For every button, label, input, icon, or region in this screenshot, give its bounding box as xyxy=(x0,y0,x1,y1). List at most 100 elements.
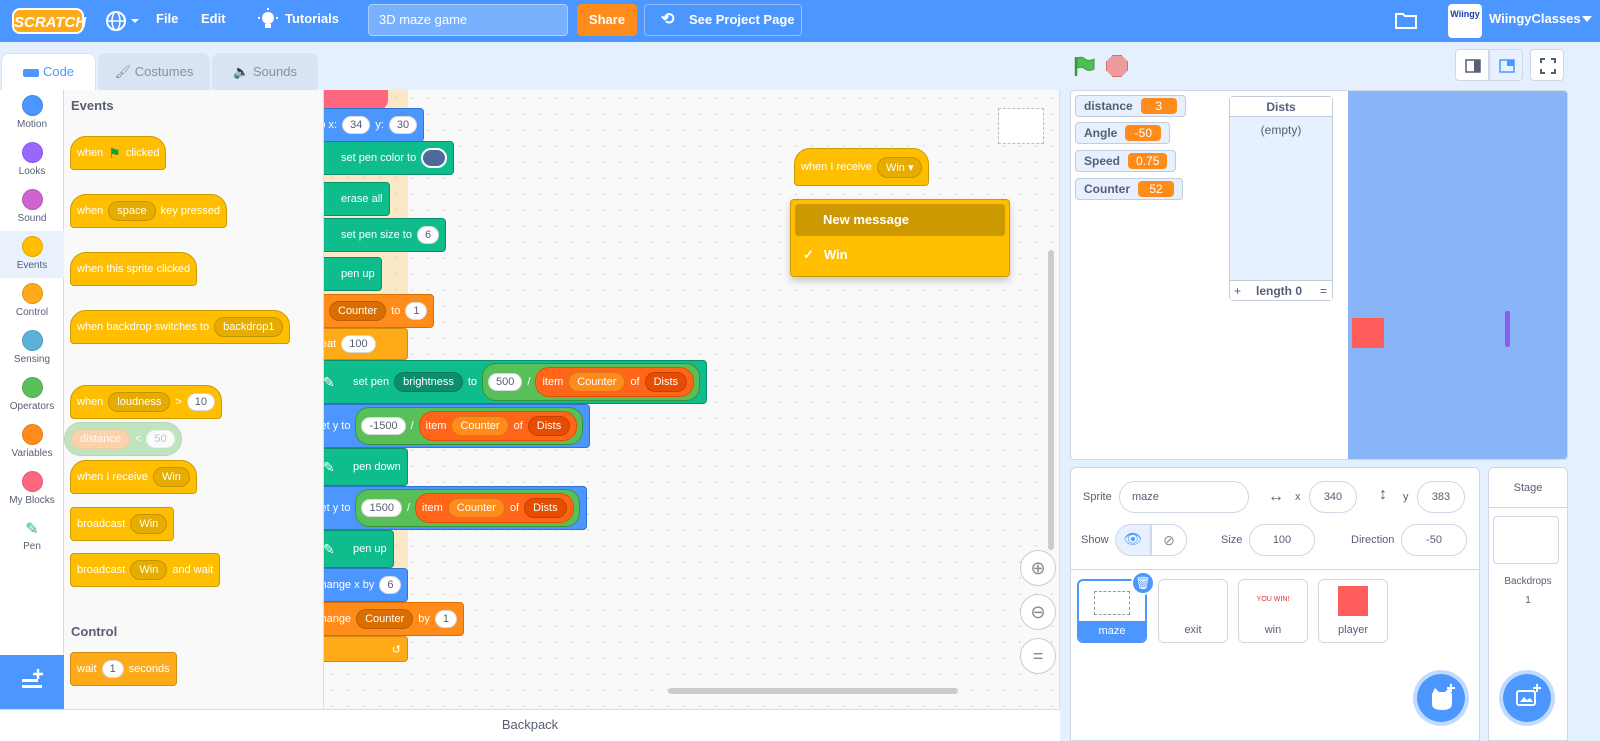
small-stage-button[interactable] xyxy=(1455,49,1489,81)
value-input[interactable]: 6 xyxy=(379,576,402,594)
large-stage-button[interactable] xyxy=(1489,49,1523,81)
block-set-variable[interactable]: Counter to 1 xyxy=(324,294,435,328)
variable-dropdown[interactable]: Counter xyxy=(329,301,387,321)
player-sprite[interactable] xyxy=(1352,318,1384,348)
edit-menu[interactable]: Edit xyxy=(201,11,226,26)
color-swatch[interactable] xyxy=(421,148,448,168)
backpack-bar[interactable]: Backpack xyxy=(0,709,1060,741)
value-input[interactable]: 100 xyxy=(341,335,376,353)
value-input[interactable]: 1 xyxy=(405,302,428,320)
value-input[interactable]: 1500 xyxy=(361,499,402,517)
stop-button[interactable] xyxy=(1106,55,1128,77)
sprite-thumb-exit[interactable]: exit xyxy=(1158,579,1228,643)
tab-code[interactable]: Code xyxy=(1,53,96,91)
backdrop-dropdown[interactable]: backdrop1 xyxy=(214,317,284,337)
zoom-in-button[interactable]: ⊕ xyxy=(1020,550,1056,586)
direction-input[interactable]: -50 xyxy=(1401,524,1467,556)
stage-selector[interactable]: Stage Backdrops 1 xyxy=(1488,467,1568,741)
zoom-reset-button[interactable]: = xyxy=(1020,638,1056,674)
value-input[interactable]: 10 xyxy=(186,393,216,411)
block-pen-up[interactable]: pen up xyxy=(324,257,382,291)
key-dropdown[interactable]: space xyxy=(108,201,156,221)
message-dropdown[interactable]: Win xyxy=(152,467,190,487)
username[interactable]: WiingyClasses xyxy=(1489,11,1581,26)
category-pen[interactable]: ✎ Pen xyxy=(0,513,64,560)
menu-item-win[interactable]: ✓ Win xyxy=(795,240,1005,270)
choose-sprite-button[interactable] xyxy=(1413,670,1469,726)
block-set-pen-size[interactable]: set pen size to 6 xyxy=(324,218,447,252)
avatar[interactable]: Wiingy xyxy=(1448,4,1482,38)
list-dropdown[interactable]: Dists xyxy=(644,372,688,392)
value-input[interactable]: 1 xyxy=(101,660,124,678)
block-wait[interactable]: wait 1 seconds xyxy=(70,652,177,686)
sprite-thumb-player[interactable]: player xyxy=(1318,579,1388,643)
chevron-down-icon[interactable] xyxy=(1582,16,1592,22)
block-when-loudness[interactable]: when loudness > 10 xyxy=(70,385,223,419)
category-my-blocks[interactable]: My Blocks xyxy=(0,466,64,513)
category-motion[interactable]: Motion xyxy=(0,90,64,137)
category-events[interactable]: Events xyxy=(0,231,64,278)
backdrop-thumbnail[interactable] xyxy=(1493,516,1559,564)
block-broadcast[interactable]: broadcast Win xyxy=(70,507,175,541)
horizontal-scrollbar[interactable] xyxy=(668,688,958,694)
value-input[interactable]: 1 xyxy=(434,610,457,628)
category-operators[interactable]: Operators xyxy=(0,372,64,419)
list-dropdown[interactable]: Dists xyxy=(524,498,567,518)
variable-reporter[interactable]: Counter xyxy=(447,498,505,518)
category-control[interactable]: Control xyxy=(0,278,64,325)
message-dropdown[interactable]: Win xyxy=(130,560,168,580)
value-input[interactable]: -1500 xyxy=(361,417,406,435)
y-input[interactable]: 383 xyxy=(1417,481,1465,513)
block-when-backdrop-switches[interactable]: when backdrop switches to backdrop1 xyxy=(70,310,291,344)
show-visible-button[interactable]: 👁 xyxy=(1115,524,1151,556)
sprite-thumb-win[interactable]: YOU WIN! win xyxy=(1238,579,1308,643)
variable-dropdown[interactable]: Counter xyxy=(356,609,414,629)
share-button[interactable]: Share xyxy=(577,4,637,36)
see-project-page-button[interactable]: ⟲ See Project Page xyxy=(644,4,802,36)
variable-reporter[interactable]: Counter xyxy=(451,416,509,436)
category-variables[interactable]: Variables xyxy=(0,419,64,466)
block-go-to-xy[interactable]: go to x: 34 y: 30 xyxy=(324,108,425,142)
block-change-x[interactable]: change x by 6 xyxy=(324,568,409,602)
add-extension-button[interactable] xyxy=(0,655,64,709)
stage-canvas[interactable]: distance 3 Angle -50 Speed 0.75 Counter 52 D… xyxy=(1070,90,1568,460)
choose-backdrop-button[interactable] xyxy=(1499,670,1555,726)
show-hidden-button[interactable]: ⊘ xyxy=(1151,524,1187,556)
list-resize-handle[interactable]: = xyxy=(1320,281,1327,301)
folder-icon[interactable] xyxy=(1395,10,1417,33)
x-input[interactable]: 340 xyxy=(1309,481,1357,513)
tab-sounds[interactable]: 🔈 Sounds xyxy=(212,53,318,91)
variable-reporter[interactable]: Counter xyxy=(568,372,626,392)
x-input[interactable]: 34 xyxy=(342,116,371,134)
block-pen-up[interactable]: ✎ pen up xyxy=(324,530,394,568)
block-when-sprite-clicked[interactable]: when this sprite clicked xyxy=(70,252,198,286)
menu-item-new-message[interactable]: New message xyxy=(795,204,1005,236)
block-pen-down[interactable]: ✎ pen down xyxy=(324,448,408,486)
tab-costumes[interactable]: 🖌 Costumes xyxy=(98,53,210,91)
block-when-key-pressed[interactable]: when space key pressed xyxy=(70,194,227,228)
block-set-pen-color[interactable]: set pen color to xyxy=(324,141,455,175)
add-list-item-button[interactable]: + xyxy=(1234,281,1241,301)
category-looks[interactable]: Looks xyxy=(0,137,64,184)
block-set-pen-param[interactable]: ✎ set pen brightness to 500 / item Count… xyxy=(324,360,708,404)
size-input[interactable]: 100 xyxy=(1249,524,1315,556)
message-dropdown[interactable]: Win ▾ xyxy=(876,156,923,178)
fullscreen-button[interactable] xyxy=(1530,49,1564,81)
scratch-logo[interactable]: SCRATCH xyxy=(12,8,86,34)
lightbulb-icon[interactable] xyxy=(258,8,278,35)
file-menu[interactable]: File xyxy=(156,11,178,26)
tutorials-menu[interactable]: Tutorials xyxy=(285,11,339,26)
list-dropdown[interactable]: Dists xyxy=(527,416,571,436)
block-when-i-receive[interactable]: when I receive Win xyxy=(70,460,197,494)
repeat-block-end[interactable]: ↺ xyxy=(324,636,408,662)
value-input[interactable]: 500 xyxy=(488,373,523,391)
block-broadcast-and-wait[interactable]: broadcast Win and wait xyxy=(70,553,221,587)
message-dropdown[interactable]: Win xyxy=(130,514,168,534)
category-sensing[interactable]: Sensing xyxy=(0,325,64,372)
vertical-scrollbar[interactable] xyxy=(1048,250,1054,550)
block-set-y[interactable]: set y to 1500 / item Counter of Dists xyxy=(324,486,587,530)
block-repeat[interactable]: repeat 100 xyxy=(324,328,408,360)
script-area[interactable]: go to x: 34 y: 30 set pen color to erase… xyxy=(324,90,1060,709)
project-title-input[interactable]: 3D maze game xyxy=(368,4,568,36)
block-change-variable[interactable]: change Counter by 1 xyxy=(324,602,464,636)
